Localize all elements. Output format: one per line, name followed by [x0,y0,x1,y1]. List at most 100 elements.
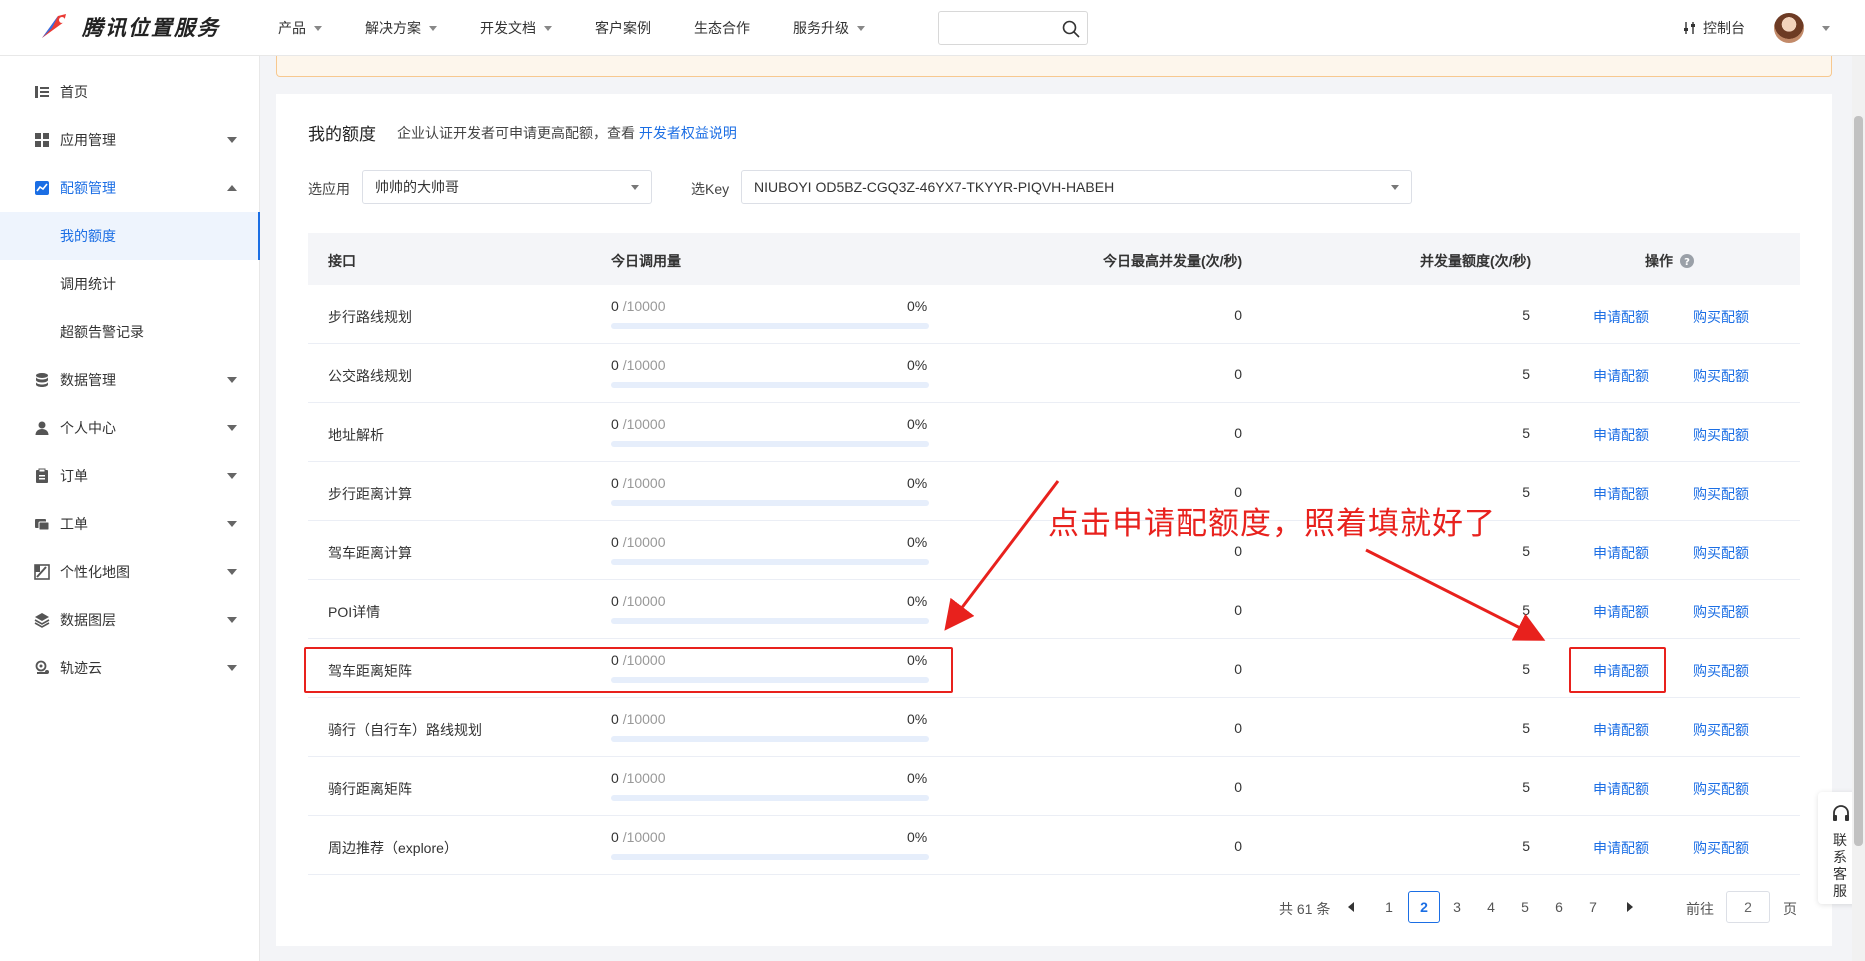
nav-label: 产品 [278,20,306,36]
table-header: 接口 今日调用量 今日最高并发量(次/秒) 并发量额度(次/秒) 操作 ? [308,233,1800,285]
apply-quota-link[interactable]: 申请配额 [1593,779,1649,799]
buy-quota-link[interactable]: 购买配额 [1693,366,1749,386]
apply-quota-link[interactable]: 申请配额 [1593,720,1649,740]
sidebar-item-label: 配额管理 [60,180,116,196]
highlight-row-box [304,647,953,693]
buy-quota-link[interactable]: 购买配额 [1693,779,1749,799]
nav-label: 服务升级 [793,20,849,36]
goto-page-input[interactable]: 2 [1726,891,1770,923]
nav-docs[interactable]: 开发文档 [480,18,552,38]
chevron-down-icon[interactable] [1822,26,1830,31]
page-title: 我的额度 [308,125,376,144]
grid-icon [35,133,49,147]
apply-quota-link[interactable]: 申请配额 [1593,602,1649,622]
key-select-label: 选Key [691,181,730,197]
sidebar-item-track-cloud[interactable]: 轨迹云 [0,644,260,692]
max-concurrency-value: 0 [1234,425,1242,441]
chevron-down-icon [227,617,237,623]
nav-solutions[interactable]: 解决方案 [365,18,437,38]
usage-total: /10000 [622,711,666,727]
sidebar-item-orders[interactable]: 订单 [0,452,260,500]
page-unit-label: 页 [1783,901,1797,917]
headset-icon [1833,805,1849,821]
sidebar-item-label: 应用管理 [60,132,116,148]
list-icon [35,86,49,98]
page-7[interactable]: 7 [1580,899,1606,915]
sidebar-item-overage-alerts[interactable]: 超额告警记录 [0,308,260,356]
table-row: 步行路线规划 0 /10000 0% 0 5 申请配额 购买配额 [308,285,1800,344]
search-input[interactable] [938,11,1088,45]
buy-quota-link[interactable]: 购买配额 [1693,425,1749,445]
page-5[interactable]: 5 [1512,899,1538,915]
table-row: 骑行（自行车）路线规划 0 /10000 0% 0 5 申请配额 购买配额 [308,698,1800,757]
buy-quota-link[interactable]: 购买配额 [1693,720,1749,740]
nav-ecosystem[interactable]: 生态合作 [694,18,750,38]
apply-quota-link[interactable]: 申请配额 [1593,425,1649,445]
table-row: POI详情 0 /10000 0% 0 5 申请配额 购买配额 [308,580,1800,639]
buy-quota-link[interactable]: 购买配额 [1693,543,1749,563]
console-link[interactable]: 控制台 [1683,18,1745,38]
sidebar-item-quota[interactable]: 配额管理 [0,164,260,212]
contact-service-label: 联系客服 [1833,832,1847,899]
help-icon[interactable]: ? [1679,254,1694,268]
max-concurrency-value: 0 [1234,366,1242,382]
next-page-icon[interactable] [1626,902,1634,912]
page-4[interactable]: 4 [1478,899,1504,915]
avatar[interactable] [1774,13,1804,43]
sidebar: 首页 应用管理 配额管理 我的额度 调用统计 超额告警记录 数据管理 个人中心 … [0,56,260,961]
page-1[interactable]: 1 [1376,899,1402,915]
nav-label: 客户案例 [595,20,651,36]
sidebar-item-data-layers[interactable]: 数据图层 [0,596,260,644]
key-select[interactable]: NIUBOYI OD5BZ-CGQ3Z-46YX7-TKYYR-PIQVH-HA… [741,170,1412,204]
nav-products[interactable]: 产品 [278,18,322,38]
chevron-down-icon [857,25,865,31]
page-2-current[interactable]: 2 [1408,891,1440,923]
sidebar-item-call-stats[interactable]: 调用统计 [0,260,260,308]
sidebar-item-profile[interactable]: 个人中心 [0,404,260,452]
chevron-down-icon [227,137,237,143]
usage-progress-bar [611,795,929,801]
buy-quota-link[interactable]: 购买配额 [1693,838,1749,858]
sidebar-item-tickets[interactable]: 工单 [0,500,260,548]
sidebar-item-home[interactable]: 首页 [0,68,260,116]
apply-quota-link[interactable]: 申请配额 [1593,838,1649,858]
buy-quota-link[interactable]: 购买配额 [1693,307,1749,327]
sidebar-item-label: 数据图层 [60,612,116,628]
page-scrollbar[interactable] [1852,56,1865,961]
apply-quota-link[interactable]: 申请配额 [1593,366,1649,386]
prev-page-icon[interactable] [1347,902,1355,912]
logo-icon [42,14,66,38]
apply-quota-link[interactable]: 申请配额 [1593,484,1649,504]
sliders-icon [1684,22,1695,34]
layers-icon [34,613,50,628]
page-3[interactable]: 3 [1444,899,1470,915]
sidebar-item-data[interactable]: 数据管理 [0,356,260,404]
page-6[interactable]: 6 [1546,899,1572,915]
usage-progress-bar [611,618,929,624]
apply-quota-link[interactable]: 申请配额 [1593,307,1649,327]
scrollbar-thumb[interactable] [1854,116,1863,846]
page-subtitle: 企业认证开发者可申请更高配额，查看 开发者权益说明 [397,123,737,143]
buy-quota-link[interactable]: 购买配额 [1693,661,1749,681]
usage-percent: 0% [907,298,928,314]
chevron-down-icon [227,377,237,383]
usage-percent: 0% [907,711,928,727]
buy-quota-link[interactable]: 购买配额 [1693,484,1749,504]
search-icon[interactable] [1061,19,1081,39]
col-max-concurrency: 今日最高并发量(次/秒) [1103,253,1243,269]
usage-percent: 0% [907,770,928,786]
map-style-icon [34,564,50,580]
nav-cases[interactable]: 客户案例 [595,18,651,38]
sidebar-item-my-quota[interactable]: 我的额度 [0,212,260,260]
nav-upgrade[interactable]: 服务升级 [793,18,865,38]
benefits-link[interactable]: 开发者权益说明 [639,125,737,141]
api-name: 步行距离计算 [328,486,412,502]
usage-value: 0 /10000 [611,829,666,845]
sidebar-item-custom-map[interactable]: 个性化地图 [0,548,260,596]
apply-quota-link[interactable]: 申请配额 [1593,543,1649,563]
buy-quota-link[interactable]: 购买配额 [1693,602,1749,622]
app-select[interactable]: 帅帅的大帅哥 [362,170,652,204]
sidebar-item-apps[interactable]: 应用管理 [0,116,260,164]
usage-value: 0 /10000 [611,298,666,314]
brand-logo[interactable]: 腾讯位置服务 [38,12,220,42]
